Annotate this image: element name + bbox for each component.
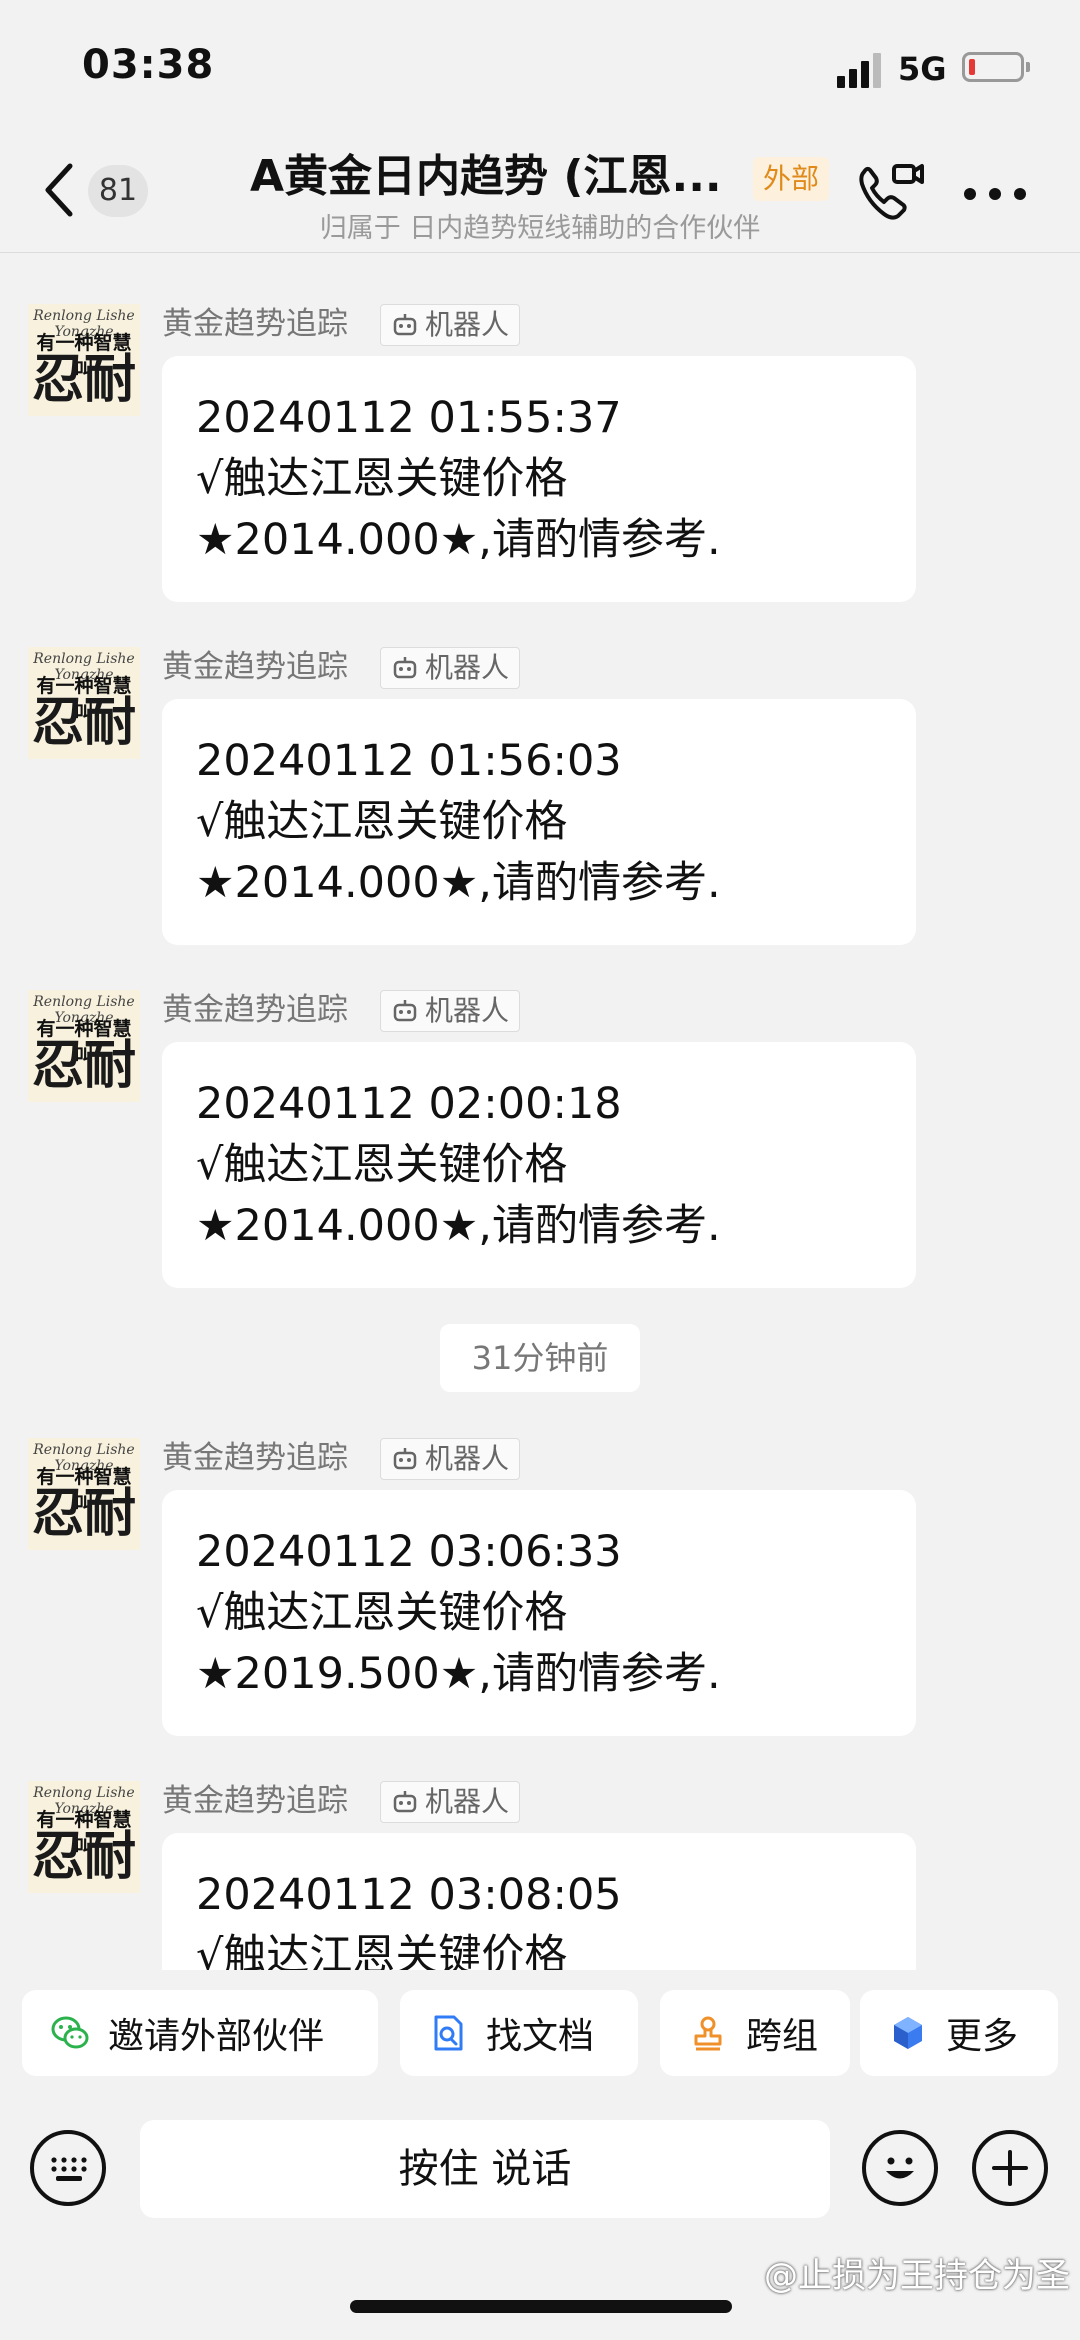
cross-group-button[interactable]: 跨组 — [660, 1990, 850, 2076]
bot-tag: 机器人 — [380, 1438, 521, 1480]
message-line: √触达江恩关键价格 — [196, 1931, 568, 1970]
chat-header: 81 A黄金日内趋势 (江恩... 外部 归属于 日内趋势短线辅助的合作伙伴 — [0, 130, 1080, 253]
battery-icon — [962, 52, 1030, 82]
more-options-icon[interactable] — [962, 186, 1028, 202]
message-bubble[interactable]: 20240112 02:00:18 √触达江恩关键价格 ★2014.000★,请… — [162, 1042, 916, 1288]
more-apps-button[interactable]: 更多 — [860, 1990, 1058, 2076]
sender-avatar[interactable]: Renlong Lishe Yongzhe 有一种智慧叫 忍耐 — [28, 990, 140, 1102]
message-line: 20240112 02:00:18 — [196, 1079, 622, 1129]
message-line: ★2014.000★,请酌情参考. — [196, 1201, 721, 1251]
status-bar: 03:38 5G — [0, 0, 1080, 130]
sender-name: 黄金趋势追踪 — [162, 306, 348, 342]
message-bubble[interactable]: 20240112 01:56:03 √触达江恩关键价格 ★2014.000★,请… — [162, 699, 916, 945]
bot-tag: 机器人 — [380, 990, 521, 1032]
time-divider: 31分钟前 — [440, 1324, 640, 1392]
robot-icon — [393, 657, 417, 679]
message-line: 20240112 01:56:03 — [196, 736, 622, 786]
message-bubble[interactable]: 20240112 01:55:37 √触达江恩关键价格 ★2014.000★,请… — [162, 356, 916, 602]
invite-partner-button[interactable]: 邀请外部伙伴 — [22, 1990, 378, 2076]
chat-title-group[interactable]: A黄金日内趋势 (江恩... 外部 — [250, 140, 850, 202]
video-call-icon[interactable] — [854, 158, 926, 226]
hold-to-talk-button[interactable]: 按住 说话 — [140, 2120, 830, 2218]
robot-icon — [393, 1448, 417, 1470]
message-line: ★2014.000★,请酌情参考. — [196, 858, 721, 908]
home-indicator[interactable] — [350, 2300, 732, 2313]
plus-icon[interactable] — [972, 2130, 1048, 2206]
bot-tag: 机器人 — [380, 304, 521, 346]
find-docs-button[interactable]: 找文档 — [400, 1990, 638, 2076]
sender-avatar[interactable]: Renlong Lishe Yongzhe 有一种智慧叫 忍耐 — [28, 1781, 140, 1893]
sender-name: 黄金趋势追踪 — [162, 649, 348, 685]
bot-tag: 机器人 — [380, 1781, 521, 1823]
network-label: 5G — [898, 50, 947, 88]
external-badge: 外部 — [753, 157, 830, 201]
message-bubble[interactable]: 20240112 03:08:05 √触达江恩关键价格 — [162, 1833, 916, 1970]
message-line: √触达江恩关键价格 — [196, 454, 568, 504]
message-line: √触达江恩关键价格 — [196, 1140, 568, 1190]
stamp-icon — [694, 2016, 722, 2051]
message-line: √触达江恩关键价格 — [196, 1588, 568, 1638]
message-line: 20240112 01:55:37 — [196, 393, 622, 443]
cube-icon — [894, 2017, 922, 2049]
message-item: Renlong Lishe Yongzhe 有一种智慧叫 忍耐 黄金趋势追踪 机… — [0, 1781, 1080, 1970]
emoji-icon[interactable] — [862, 2130, 938, 2206]
sender-avatar[interactable]: Renlong Lishe Yongzhe 有一种智慧叫 忍耐 — [28, 647, 140, 759]
sender-avatar[interactable]: Renlong Lishe Yongzhe 有一种智慧叫 忍耐 — [28, 1438, 140, 1550]
robot-icon — [393, 1791, 417, 1813]
message-line: 20240112 03:06:33 — [196, 1527, 622, 1577]
document-search-icon — [434, 2015, 463, 2051]
bot-tag: 机器人 — [380, 647, 521, 689]
sender-avatar[interactable]: Renlong Lishe Yongzhe 有一种智慧叫 忍耐 — [28, 304, 140, 416]
wechat-icon — [51, 2016, 89, 2049]
sender-name: 黄金趋势追踪 — [162, 1440, 348, 1476]
sender-name: 黄金趋势追踪 — [162, 1783, 348, 1819]
message-line: ★2014.000★,请酌情参考. — [196, 515, 721, 565]
message-line: ★2019.500★,请酌情参考. — [196, 1649, 721, 1699]
keyboard-toggle-icon[interactable] — [30, 2130, 106, 2206]
message-bubble[interactable]: 20240112 03:06:33 √触达江恩关键价格 ★2019.500★,请… — [162, 1490, 916, 1736]
message-line: 20240112 03:08:05 — [196, 1870, 622, 1920]
robot-icon — [393, 1000, 417, 1022]
sender-name: 黄金趋势追踪 — [162, 992, 348, 1028]
robot-icon — [393, 314, 417, 336]
watermark: @止损为王持仓为圣 — [764, 2256, 1070, 2296]
quick-action-bar: 邀请外部伙伴 找文档 跨组 更多 — [0, 1970, 1080, 2090]
signal-icon — [837, 53, 881, 88]
message-line: √触达江恩关键价格 — [196, 797, 568, 847]
status-time: 03:38 — [82, 42, 215, 88]
